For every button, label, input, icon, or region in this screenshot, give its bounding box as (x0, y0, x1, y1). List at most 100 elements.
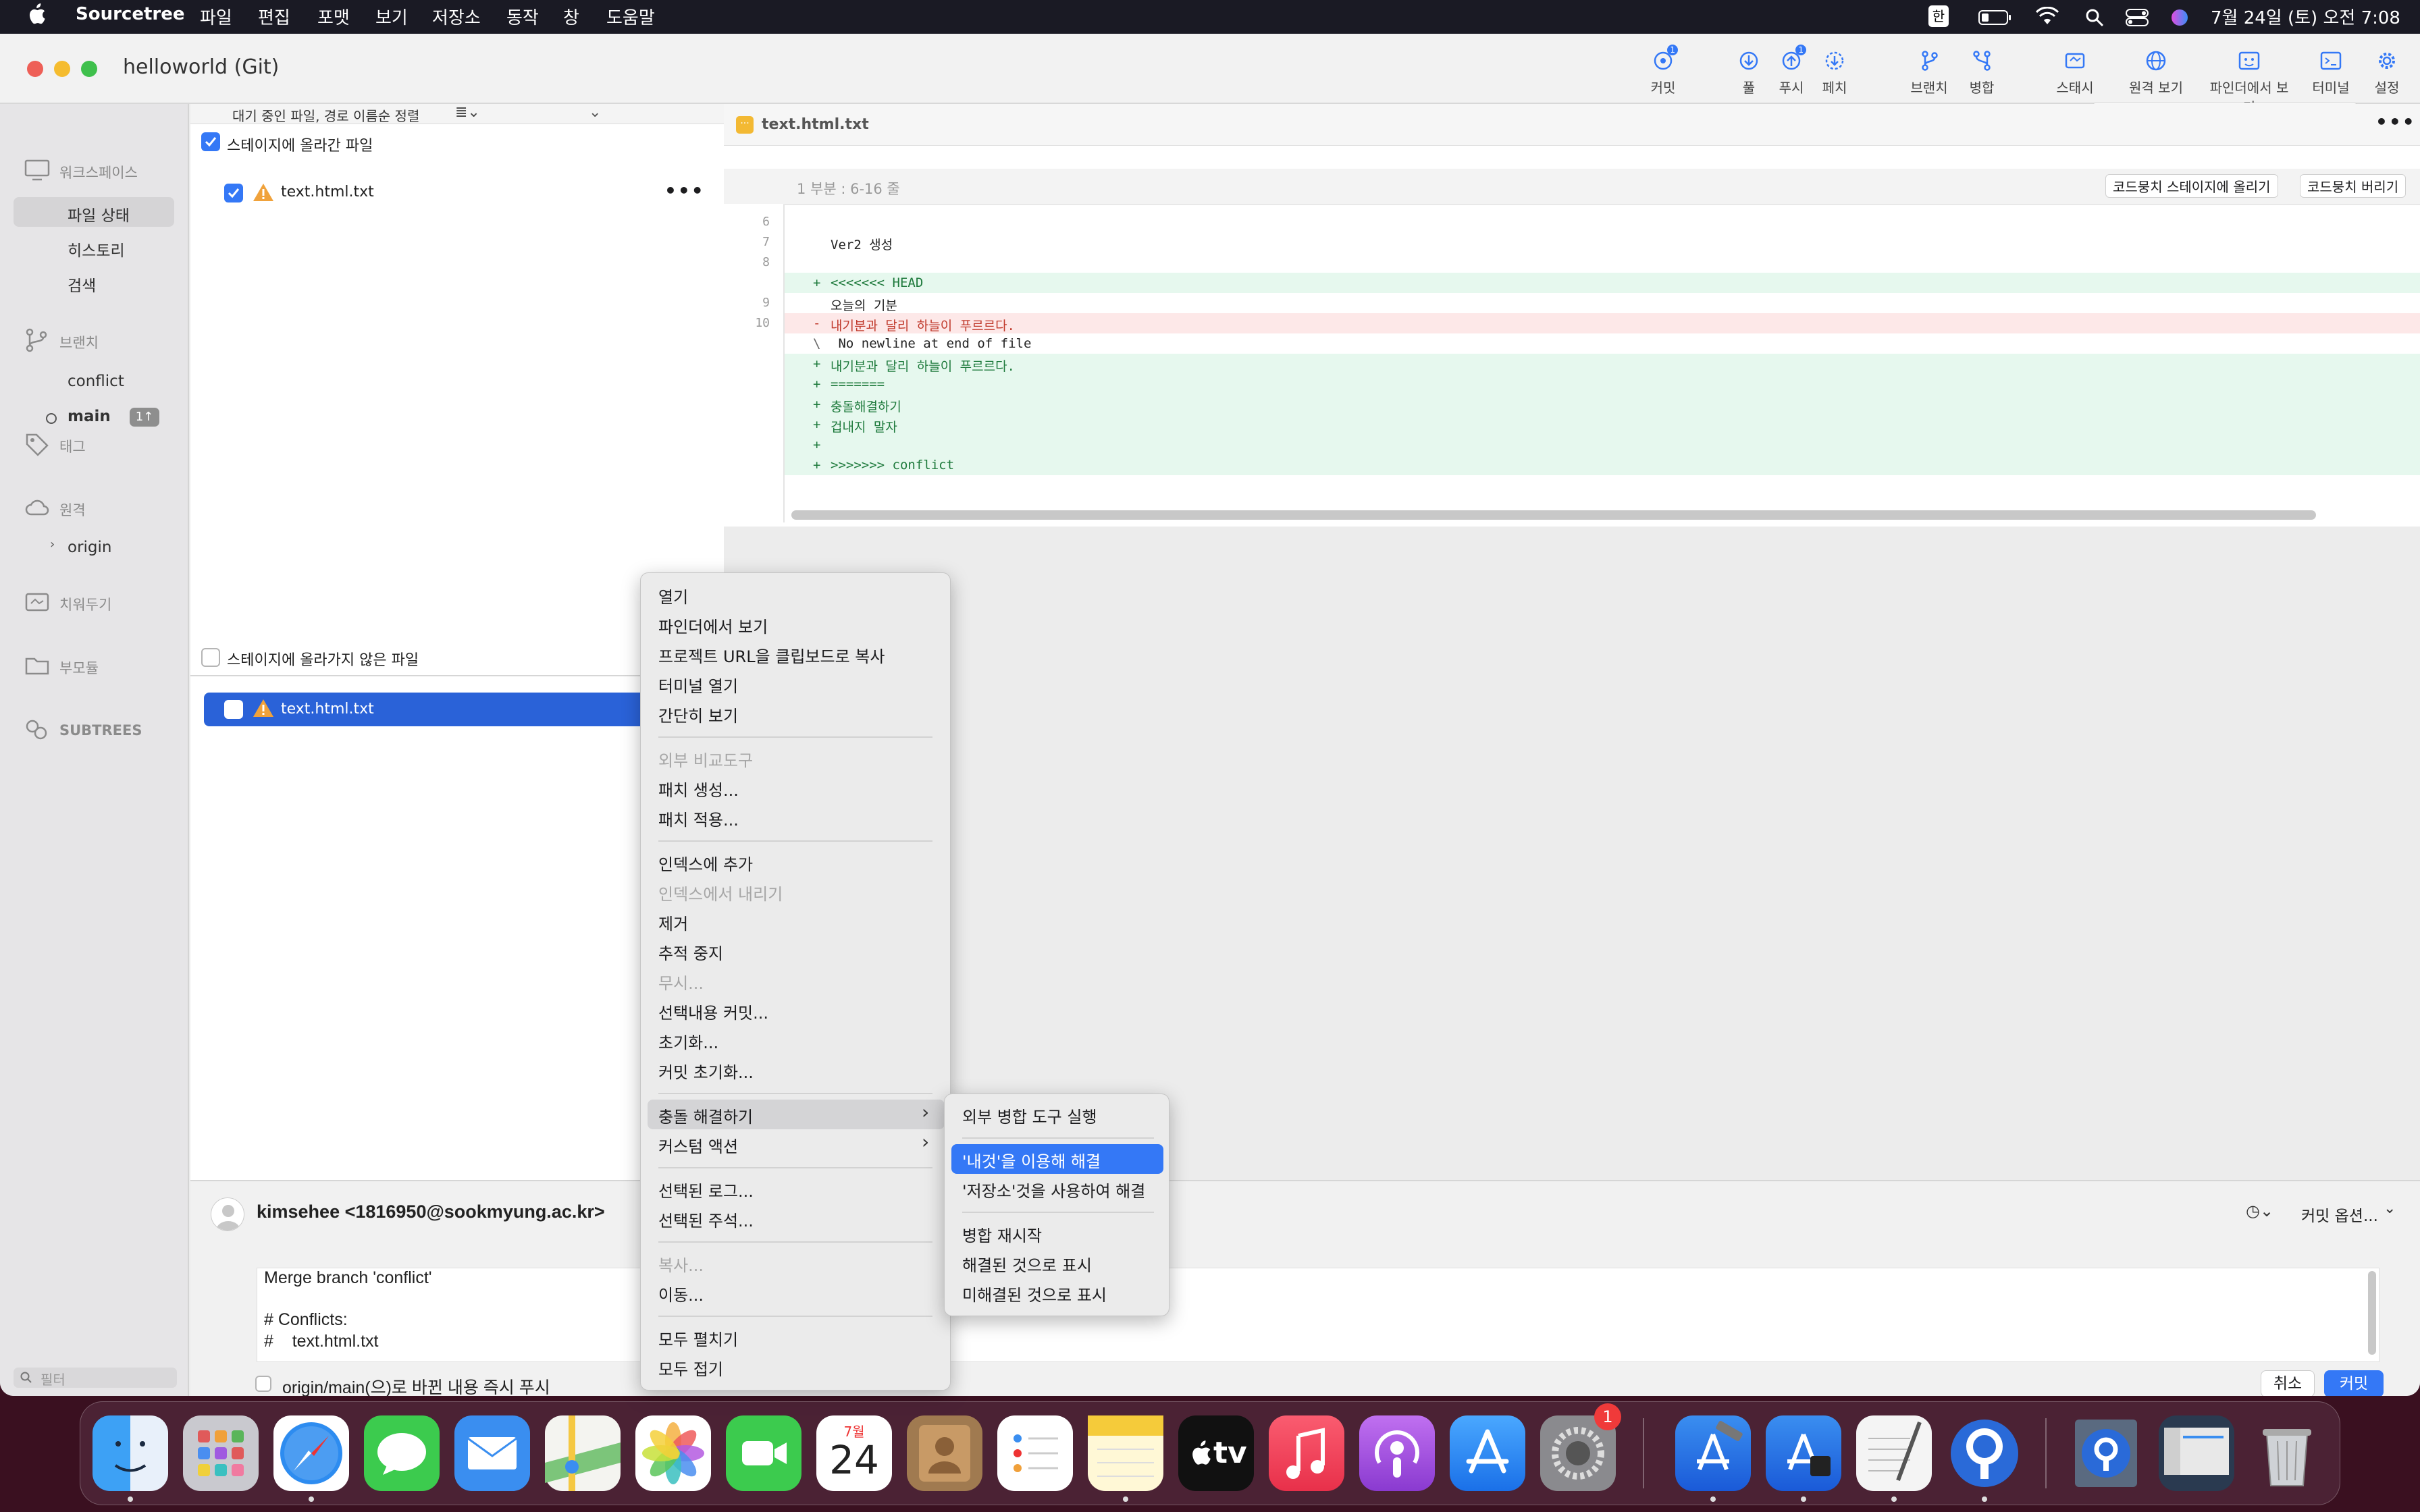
menu-item-stop-tracking[interactable]: 추적 중지 (658, 940, 723, 964)
fetch-button[interactable]: 페치 (1797, 49, 1872, 97)
apple-tv-app-icon[interactable]: tv (1178, 1415, 1254, 1491)
list-view-icon[interactable]: ≣⌄ (455, 104, 480, 121)
unstaged-file-checkbox[interactable] (224, 700, 243, 719)
xcode-instruments-app-icon[interactable] (1766, 1415, 1841, 1491)
minimize-window-button[interactable] (54, 61, 70, 77)
menu-item-open-terminal[interactable]: 터미널 열기 (658, 673, 738, 697)
trash-icon[interactable] (2249, 1415, 2325, 1491)
filter-input[interactable]: 필터 (14, 1368, 177, 1388)
commit-message-scrollbar[interactable] (2368, 1271, 2376, 1355)
control-center-icon[interactable] (2126, 8, 2149, 27)
zoom-window-button[interactable] (81, 61, 97, 77)
submenu-item-mark-unresolved[interactable]: 미해결된 것으로 표시 (962, 1282, 1107, 1305)
safari-app-icon[interactable] (273, 1415, 349, 1491)
battery-icon[interactable] (1978, 9, 2012, 26)
menu-item-custom-actions[interactable]: 커스텀 액션 (658, 1133, 738, 1157)
screenshot-thumbnail-icon[interactable] (2159, 1415, 2234, 1491)
commit-author[interactable]: kimsehee <1816950@sookmyung.ac.kr> (257, 1202, 605, 1222)
input-method-indicator[interactable]: 한 (1928, 5, 1949, 27)
chevron-right-icon[interactable]: › (50, 537, 55, 551)
sourcetree-app-icon[interactable] (1947, 1415, 2022, 1491)
finder-app-icon[interactable] (93, 1415, 168, 1491)
menu-item-commit-selected[interactable]: 선택내용 커밋... (658, 1000, 768, 1023)
commit-message-input[interactable]: Merge branch 'conflict' # Conflicts: # t… (257, 1268, 2379, 1362)
textedit-app-icon[interactable] (1856, 1415, 1932, 1491)
submenu-item-resolve-using-mine[interactable]: '내것'을 이용해 해결 (962, 1148, 1101, 1172)
menu-actions[interactable]: 동작 (506, 4, 539, 29)
reminders-app-icon[interactable] (997, 1415, 1073, 1491)
stage-hunk-button[interactable]: 코드뭉치 스테이지에 올리기 (2105, 174, 2278, 198)
menu-item-log-selected[interactable]: 선택된 로그... (658, 1178, 754, 1202)
commit-options-dropdown[interactable]: 커밋 옵션... (2301, 1203, 2378, 1226)
menu-item-copy-project-url[interactable]: 프로젝트 URL을 클립보드로 복사 (658, 643, 885, 667)
discard-hunk-button[interactable]: 코드뭉치 버리기 (2300, 174, 2406, 198)
spotlight-search-icon[interactable] (2085, 8, 2104, 27)
menu-item-reset-to-commit[interactable]: 커밋 초기화... (658, 1059, 754, 1083)
siri-icon[interactable] (2170, 8, 2189, 27)
photos-app-icon[interactable] (635, 1415, 711, 1491)
menu-window[interactable]: 창 (563, 4, 579, 29)
sidebar-item-branch-main[interactable]: main (68, 408, 111, 425)
chevron-down-icon[interactable]: ⌄ (2384, 1200, 2396, 1217)
commit-button[interactable]: 1 커밋 (1626, 45, 1700, 97)
terminal-button[interactable]: 터미널 (2298, 49, 2363, 97)
podcasts-app-icon[interactable] (1359, 1415, 1435, 1491)
history-clock-icon[interactable]: ◷⌄ (2246, 1202, 2273, 1220)
menu-item-expand-all[interactable]: 모두 펼치기 (658, 1326, 738, 1350)
menu-item-add-to-index[interactable]: 인덱스에 추가 (658, 851, 753, 875)
menu-format[interactable]: 포맷 (317, 4, 350, 29)
remote-view-button[interactable]: 원격 보기 (2119, 49, 2193, 97)
menu-item-collapse-all[interactable]: 모두 접기 (658, 1356, 723, 1380)
menu-view[interactable]: 보기 (375, 4, 408, 29)
settings-button[interactable]: 설정 (2363, 49, 2411, 97)
sidebar-item-search[interactable]: 검색 (68, 273, 96, 296)
unstaged-select-all-checkbox[interactable] (201, 648, 220, 667)
sidebar-item-file-status-label[interactable]: 파일 상태 (68, 202, 130, 225)
wifi-icon[interactable] (2035, 7, 2059, 26)
close-window-button[interactable] (27, 61, 43, 77)
chevron-down-icon[interactable]: ⌄ (589, 104, 601, 121)
file-actions-more-icon[interactable]: ••• (664, 180, 705, 202)
app-store-app-icon[interactable] (1450, 1415, 1525, 1491)
menu-item-remove[interactable]: 제거 (658, 911, 688, 934)
staged-select-all-checkbox[interactable] (201, 132, 220, 151)
submenu-item-restart-merge[interactable]: 병합 재시작 (962, 1222, 1042, 1246)
commit-submit-button[interactable]: 커밋 (2324, 1370, 2384, 1396)
launchpad-app-icon[interactable] (183, 1415, 259, 1491)
mail-app-icon[interactable] (454, 1415, 530, 1491)
contacts-app-icon[interactable] (907, 1415, 982, 1491)
cancel-button[interactable]: 취소 (2261, 1370, 2315, 1396)
xcode-app-icon[interactable] (1675, 1415, 1751, 1491)
menu-item-annotate-selected[interactable]: 선택된 주석... (658, 1208, 754, 1231)
maps-app-icon[interactable] (545, 1415, 621, 1491)
menu-item-apply-patch[interactable]: 패치 적용... (658, 807, 739, 830)
menu-item-reset[interactable]: 초기화... (658, 1029, 718, 1053)
facetime-app-icon[interactable] (726, 1415, 801, 1491)
sidebar-item-branch-conflict[interactable]: conflict (68, 373, 124, 390)
messages-app-icon[interactable] (364, 1415, 440, 1491)
merge-button[interactable]: 병합 (1945, 49, 2019, 97)
calendar-app-icon[interactable]: 7월 24 (816, 1415, 892, 1491)
apple-icon[interactable] (27, 3, 46, 26)
stash-button[interactable]: 스태시 (2038, 49, 2112, 97)
staged-file-name[interactable]: text.html.txt (281, 184, 374, 200)
horizontal-scrollbar[interactable] (791, 510, 2316, 520)
submenu-item-resolve-using-theirs[interactable]: '저장소'것을 사용하여 해결 (962, 1178, 1145, 1202)
menu-item-move[interactable]: 이동... (658, 1282, 704, 1305)
menu-file[interactable]: 파일 (200, 4, 232, 29)
sidebar-item-remote-origin[interactable]: origin (68, 539, 112, 556)
sourcetree-download-icon[interactable] (2068, 1415, 2144, 1491)
app-menu[interactable]: Sourcetree (76, 4, 184, 24)
menu-help[interactable]: 도움말 (606, 4, 655, 29)
submenu-item-external-merge-tool[interactable]: 외부 병합 도구 실행 (962, 1104, 1097, 1127)
push-immediately-checkbox[interactable] (255, 1376, 271, 1392)
menu-item-create-patch[interactable]: 패치 생성... (658, 777, 739, 801)
sidebar-item-history[interactable]: 히스토리 (68, 238, 125, 261)
unstaged-file-name[interactable]: text.html.txt (281, 701, 374, 718)
menu-item-open[interactable]: 열기 (658, 584, 688, 608)
menu-repository[interactable]: 저장소 (432, 4, 481, 29)
sort-dropdown[interactable]: 대기 중인 파일, 경로 이름순 정렬 (232, 105, 419, 125)
menu-item-quick-look[interactable]: 간단히 보기 (658, 703, 738, 726)
menu-item-resolve-conflicts[interactable]: 충돌 해결하기 (658, 1104, 753, 1127)
push-immediately-label[interactable]: origin/main(으)로 바뀐 내용 즉시 푸시 (282, 1374, 550, 1396)
